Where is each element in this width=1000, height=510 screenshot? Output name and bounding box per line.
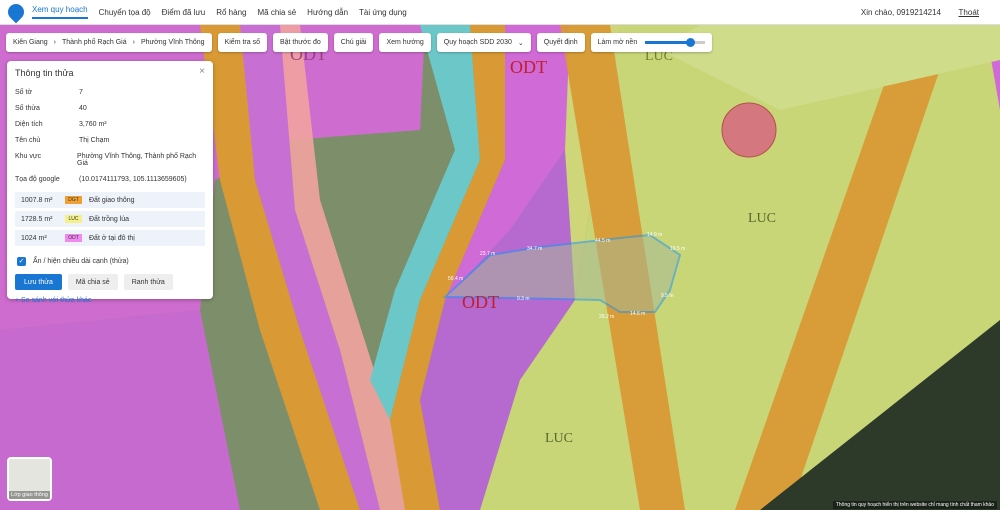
breadcrumb: Kiên Giang › Thành phố Rạch Giá › Phường V… [6, 33, 212, 52]
blur-slider[interactable] [645, 38, 706, 47]
blur-slider-knob[interactable] [686, 38, 696, 47]
blur-slider-fill [645, 41, 691, 44]
info-row: Tên chủ Thị Chạm [15, 137, 205, 144]
info-key: Tọa độ google [15, 176, 60, 183]
nav-download-app[interactable]: Tài ứng dụng [359, 8, 407, 17]
panel-title: Thông tin thửa [15, 68, 74, 78]
info-key: Số thửa [15, 105, 40, 112]
checkbox-label: Ẩn / hiện chiều dài cạnh (thửa) [33, 258, 129, 265]
map-toolbar: Kiên Giang › Thành phố Rạch Giá › Phường V… [6, 33, 713, 52]
zone-label: LUC [748, 211, 776, 226]
check-size-button[interactable]: Kiểm tra số [217, 33, 267, 52]
land-use-code-badge: LUC [65, 215, 82, 223]
parcel-boundary-button[interactable]: Ranh thửa [123, 274, 173, 290]
edge-length: 9.5 m [661, 293, 674, 299]
nav-view-planning[interactable]: Xem quy hoạch [32, 5, 88, 19]
chevron-down-icon: ⌄ [517, 39, 524, 47]
info-row: Số tờ 7 [15, 89, 205, 96]
map-pin-logo-icon[interactable] [4, 0, 28, 24]
blur-control: Làm mờ nền [590, 33, 713, 52]
edge-length: 23.7 m [480, 251, 495, 257]
info-key: Diện tích [15, 121, 43, 128]
plan-select[interactable]: Quy hoạch SDD 2030 ⌄ [436, 33, 531, 52]
info-value: (10.0174111793, 105.1113659605) [79, 176, 187, 183]
info-row: Số thửa 40 [15, 105, 205, 112]
chevron-right-icon: › [132, 39, 135, 46]
info-key: Tên chủ [15, 137, 41, 144]
info-key: Khu vực [15, 153, 42, 160]
zone-label: ODT [462, 292, 499, 312]
land-use-code-badge: DGT [65, 196, 82, 204]
edge-length: 59.4 m [448, 276, 463, 282]
edge-length: 9.3 m [517, 296, 530, 302]
edge-length-toggle[interactable]: ✓ Ẩn / hiện chiều dài cạnh (thửa) [17, 257, 205, 266]
plan-select-value: Quy hoạch SDD 2030 [443, 39, 512, 46]
close-icon[interactable]: × [199, 66, 205, 77]
edge-length: 44.5 m [595, 238, 610, 244]
edge-length: 19.5 m [670, 246, 685, 252]
info-row: Diện tích 3,760 m² [15, 121, 205, 128]
nav-saved-points[interactable]: Điểm đã lưu [162, 8, 206, 17]
edge-length: 14.6 m [630, 311, 645, 317]
land-use-name: Đất trồng lúa [89, 215, 130, 223]
view-direction-button[interactable]: Xem hướng [379, 33, 431, 52]
breadcrumb-ward[interactable]: Phường Vĩnh Thông [141, 39, 205, 46]
info-value: Phường Vĩnh Thông, Thành phố Rạch Giá [77, 153, 197, 167]
parcel-info-panel: Thông tin thửa × Số tờ 7 Số thửa 40 Diện t… [7, 61, 213, 304]
land-use-name: Đất ở tại đô thị [89, 234, 135, 242]
info-key: Số tờ [15, 89, 33, 96]
edge-length: 34.7 m [527, 246, 542, 252]
traffic-layer-button[interactable]: Lớp giao thông [7, 457, 52, 501]
nav-basket[interactable]: Rổ hàng [216, 8, 246, 17]
measure-button[interactable]: Bật thước đo [272, 33, 328, 52]
share-code-button[interactable]: Mã chia sẻ [67, 274, 118, 290]
land-use-row: 1007.8 m² DGT Đất giao thông [15, 192, 205, 208]
land-use-row: 1728.5 m² LUC Đất trồng lúa [15, 211, 205, 227]
layer-label: Lớp giao thông [9, 491, 50, 499]
zone-label: LUC [545, 431, 573, 446]
compare-parcel-link[interactable]: + So sánh với thửa khác [15, 297, 205, 304]
land-use-name: Đất giao thông [89, 196, 135, 204]
land-use-area: 1728.5 m² [21, 215, 53, 223]
nav-convert-coords[interactable]: Chuyển tọa độ [99, 8, 151, 17]
nav-guide[interactable]: Hướng dẫn [307, 8, 348, 17]
edge-length: 29.2 m [599, 314, 614, 320]
logout-link[interactable]: Thoát [959, 8, 979, 17]
info-value: 3,760 m² [79, 121, 107, 128]
nav-share-code[interactable]: Mã chia sẻ [257, 8, 296, 17]
info-row: Tọa độ google (10.0174111793, 105.1113659… [15, 176, 205, 183]
zone-label: ODT [510, 57, 547, 77]
checkbox-checked-icon[interactable]: ✓ [17, 257, 26, 266]
top-nav: Xem quy hoạch Chuyển tọa độ Điểm đã lưu … [0, 0, 1000, 25]
blur-label: Làm mờ nền [597, 39, 638, 46]
chevron-right-icon: › [53, 39, 56, 46]
land-use-area: 1007.8 m² [21, 196, 53, 204]
decision-button[interactable]: Quyết định [536, 33, 585, 52]
save-parcel-button[interactable]: Lưu thửa [15, 274, 62, 290]
breadcrumb-city[interactable]: Thành phố Rạch Giá [62, 39, 127, 46]
attribution-text: Thông tin quy hoạch hiển thị trên websit… [832, 501, 997, 509]
breadcrumb-province[interactable]: Kiên Giang [13, 39, 48, 46]
edge-length: 14.9 m [647, 232, 662, 238]
land-use-code-badge: ODT [65, 234, 82, 242]
greeting-text: Xin chào, 0919214214 [860, 8, 941, 17]
land-use-area: 1024 m² [21, 234, 47, 242]
info-value: 7 [79, 89, 83, 96]
info-value: 40 [79, 105, 87, 112]
info-value: Thị Chạm [79, 137, 110, 144]
land-use-row: 1024 m² ODT Đất ở tại đô thị [15, 230, 205, 246]
info-row: Khu vực Phường Vĩnh Thông, Thành phố Rạch… [15, 153, 205, 167]
legend-button[interactable]: Chú giải [333, 33, 374, 52]
